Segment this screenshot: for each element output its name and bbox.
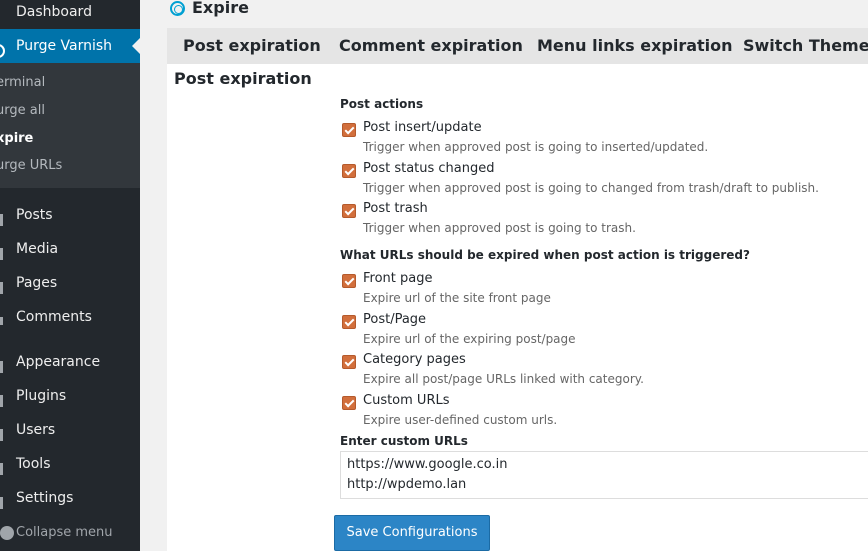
sidebar-item-label: Users <box>16 422 56 438</box>
custom-urls-label: Enter custom URLs <box>340 434 468 448</box>
expire-logo-icon <box>170 1 185 16</box>
option-label: Category pages <box>363 352 466 367</box>
comments-icon <box>0 309 6 325</box>
collapse-menu-label: Collapse menu <box>16 525 113 540</box>
settings-icon <box>0 490 6 509</box>
option-post-page: Post/Page Expire url of the expiring pos… <box>340 312 860 352</box>
sidebar-item-label: Pages <box>16 275 58 291</box>
submenu-item-expire[interactable]: xpire <box>0 126 33 152</box>
sidebar-item-label: Purge Varnish <box>16 38 113 54</box>
custom-urls-textarea[interactable]: https://www.google.co.in http://wpdemo.l… <box>340 451 868 499</box>
option-description: Trigger when approved post is going to t… <box>363 221 636 235</box>
option-custom-urls: Custom URLs Expire user-defined custom u… <box>340 393 860 433</box>
option-description: Trigger when approved post is going to c… <box>363 181 819 195</box>
submenu-item-terminal[interactable]: erminal <box>0 70 45 96</box>
option-post-status-changed: Post status changed Trigger when approve… <box>340 161 860 201</box>
option-label: Post insert/update <box>363 120 482 135</box>
sidebar-item-purge-varnish[interactable]: Purge Varnish <box>0 29 140 63</box>
custom-url-line: http://wpdemo.lan <box>347 477 467 492</box>
users-icon <box>0 422 6 441</box>
sidebar-item-posts[interactable]: Posts <box>0 198 140 232</box>
option-label: Post trash <box>363 201 428 216</box>
tab-bar: Post expiration Comment expiration Menu … <box>167 28 868 64</box>
option-front-page: Front page Expire url of the site front … <box>340 271 860 311</box>
option-description: Expire url of the site front page <box>363 291 551 305</box>
sidebar-item-plugins[interactable]: Plugins <box>0 379 140 413</box>
option-description: Expire user-defined custom urls. <box>363 413 558 427</box>
sidebar-item-label: Dashboard <box>16 4 92 20</box>
purge-varnish-submenu: erminal urge all xpire urge URLs <box>0 63 140 188</box>
option-category-pages: Category pages Expire all post/page URLs… <box>340 352 860 392</box>
sidebar-item-label: Posts <box>16 207 53 223</box>
collapse-icon <box>0 526 14 540</box>
sidebar-item-pages[interactable]: Pages <box>0 266 140 300</box>
option-label: Post/Page <box>363 312 427 327</box>
page-title: Expire <box>192 0 249 17</box>
section-title: Post expiration <box>174 69 312 88</box>
pin-icon <box>0 207 6 226</box>
sidebar-item-users[interactable]: Users <box>0 413 140 447</box>
settings-panel: Post expiration Post actions Post insert… <box>167 64 868 551</box>
post-actions-heading: Post actions <box>340 97 424 111</box>
sidebar-item-label: Plugins <box>16 388 67 404</box>
save-configurations-button[interactable]: Save Configurations <box>334 515 490 551</box>
tools-icon <box>0 456 6 475</box>
front-page-checkbox[interactable] <box>342 274 356 288</box>
tab-comment-expiration[interactable]: Comment expiration <box>339 28 523 64</box>
sidebar-item-label: Tools <box>16 456 51 472</box>
sidebar-item-dashboard[interactable]: Dashboard <box>0 0 140 29</box>
option-description: Expire url of the expiring post/page <box>363 332 576 346</box>
plugin-icon <box>0 388 6 407</box>
tab-post-expiration[interactable]: Post expiration <box>183 28 321 64</box>
sidebar-item-comments[interactable]: Comments <box>0 300 140 334</box>
option-post-insert-update: Post insert/update Trigger when approved… <box>340 120 860 160</box>
purge-varnish-icon <box>0 38 6 58</box>
sidebar-item-media[interactable]: Media <box>0 232 140 266</box>
post-page-checkbox[interactable] <box>342 315 356 329</box>
sidebar-item-label: Settings <box>16 490 74 506</box>
sidebar-item-label: Comments <box>16 309 92 325</box>
sidebar-item-label: Appearance <box>16 354 101 370</box>
sidebar-item-label: Media <box>16 241 59 257</box>
option-label: Post status changed <box>363 161 495 176</box>
option-description: Expire all post/page URLs linked with ca… <box>363 372 644 386</box>
submenu-item-purge-all[interactable]: urge all <box>0 98 45 124</box>
custom-urls-checkbox[interactable] <box>342 396 356 410</box>
pages-icon <box>0 275 6 294</box>
media-icon <box>0 241 6 260</box>
submenu-item-purge-urls[interactable]: urge URLs <box>0 153 62 179</box>
post-trash-checkbox[interactable] <box>342 204 356 218</box>
paintbrush-icon <box>0 354 6 373</box>
sidebar-item-appearance[interactable]: Appearance <box>0 345 140 379</box>
current-menu-arrow <box>132 38 140 54</box>
urls-expire-heading: What URLs should be expired when post ac… <box>340 248 750 262</box>
option-label: Front page <box>363 271 433 286</box>
post-insert-update-checkbox[interactable] <box>342 123 356 137</box>
sidebar-item-tools[interactable]: Tools <box>0 447 140 481</box>
custom-url-line: https://www.google.co.in <box>347 457 508 472</box>
category-pages-checkbox[interactable] <box>342 355 356 369</box>
post-status-changed-checkbox[interactable] <box>342 164 356 178</box>
tab-switch-theme[interactable]: Switch Theme <box>743 28 868 64</box>
sidebar-item-settings[interactable]: Settings <box>0 481 140 515</box>
collapse-menu-button[interactable]: Collapse menu <box>0 520 140 546</box>
option-description: Trigger when approved post is going to i… <box>363 140 709 154</box>
option-label: Custom URLs <box>363 393 450 408</box>
tab-menu-links-expiration[interactable]: Menu links expiration <box>537 28 733 64</box>
admin-sidebar: Dashboard Purge Varnish erminal urge all… <box>0 0 140 551</box>
option-post-trash: Post trash Trigger when approved post is… <box>340 201 860 241</box>
